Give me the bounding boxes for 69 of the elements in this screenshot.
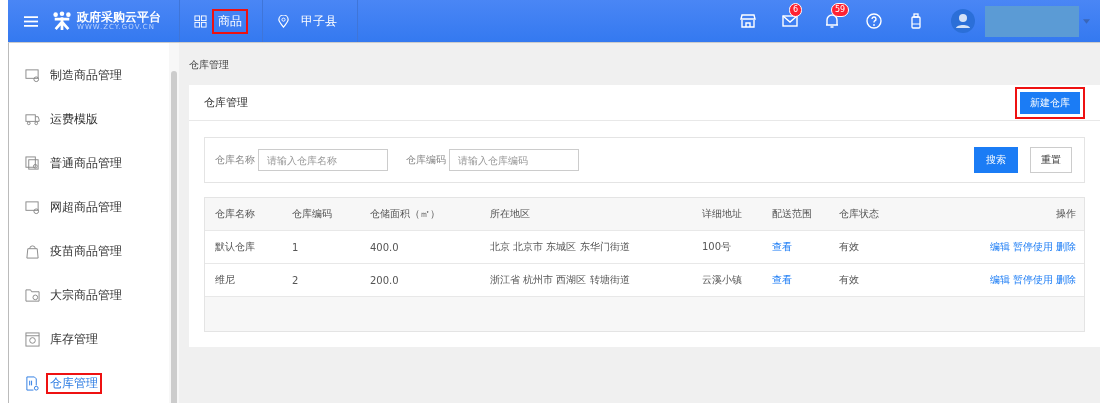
view-link[interactable]: 查看 [772,274,792,285]
stack-icon [25,155,40,171]
reset-button[interactable]: 重置 [1030,147,1072,173]
column-header: 操作 [1055,207,1076,221]
action-link[interactable]: 编辑 [990,240,1010,254]
column-header: 仓库名称 [215,207,256,221]
field-label: 仓库编码 [406,153,446,167]
input-field[interactable]: 请输入仓库名称 [258,149,388,171]
avatar-icon[interactable] [951,9,975,33]
sidebar-item[interactable]: 普通商品管理 [46,152,126,174]
table-cell-text: 200.0 [370,274,400,286]
search-button[interactable]: 搜索 [974,147,1018,173]
bag-icon [25,243,40,259]
panel-title: 仓库管理 [204,95,248,110]
action-link[interactable]: 暂停使用 [1013,273,1053,287]
table-cell-text: 400.0 [370,241,400,253]
grid-icon [194,14,207,28]
action-link[interactable]: 删除 [1056,240,1076,254]
table-cell-text: 维尼 [215,273,236,287]
input-field[interactable]: 请输入仓库编码 [449,149,579,171]
scrollbar[interactable] [171,71,177,403]
menu-icon[interactable] [24,15,38,27]
table-cell-text: 100号 [702,240,733,254]
logo-icon [52,11,72,31]
bottle-icon[interactable] [908,13,924,29]
sidebar-item[interactable]: 大宗商品管理 [46,284,126,306]
column-header: 所在地区 [490,207,531,221]
sidebar-item[interactable]: 仓库管理 [46,372,102,394]
nav-link[interactable]: 甲子县 [295,8,343,34]
help-icon[interactable] [866,13,882,29]
action-link[interactable]: 编辑 [990,273,1010,287]
nav-link[interactable]: 商品 [212,8,248,34]
field-label: 仓库名称 [215,153,255,167]
doc-icon [25,375,40,391]
table-cell-text: 默认仓库 [215,240,256,254]
monitor-icon [25,199,40,215]
table-cell-text: 北京 北京市 东城区 东华门街道 [490,240,631,254]
new-warehouse-button[interactable]: 新建仓库 [1015,86,1085,119]
table-cell-text: 云溪小镇 [702,273,743,287]
action-link[interactable]: 暂停使用 [1013,240,1053,254]
table-cell-text: 有效 [839,273,860,287]
view-link[interactable]: 查看 [772,241,792,252]
table-cell-text: 2 [292,274,300,286]
breadcrumb: 仓库管理 [189,58,230,72]
column-header: 仓库编码 [292,207,333,221]
sidebar-item[interactable]: 网超商品管理 [46,196,126,218]
sidebar-item[interactable]: 制造商品管理 [46,64,126,86]
folder-icon [25,287,40,303]
bell-icon[interactable] [824,13,840,29]
column-header: 仓储面积（㎡） [370,207,441,221]
count-badge: 59 [831,3,850,17]
table-cell-text: 有效 [839,240,860,254]
table-cell-text: 浙江省 杭州市 西湖区 转塘街道 [490,273,631,287]
sidebar-item[interactable]: 库存管理 [46,328,102,350]
sidebar-item[interactable]: 疫苗商品管理 [46,240,126,262]
store-icon[interactable] [740,13,756,29]
window-icon [25,331,40,347]
mail-icon[interactable] [782,13,798,29]
column-header: 详细地址 [702,207,743,221]
table-cell-text: 1 [292,241,300,253]
location-icon [277,14,290,28]
logo-title: 政府采购云平台 [77,10,161,24]
count-badge: 6 [789,3,803,17]
action-link[interactable]: 删除 [1056,273,1076,287]
truck-icon [25,111,40,127]
monitor-icon [25,67,40,83]
column-header: 仓库状态 [839,207,880,221]
column-header: 配送范围 [772,207,813,221]
sidebar-item[interactable]: 运费模版 [46,108,102,130]
